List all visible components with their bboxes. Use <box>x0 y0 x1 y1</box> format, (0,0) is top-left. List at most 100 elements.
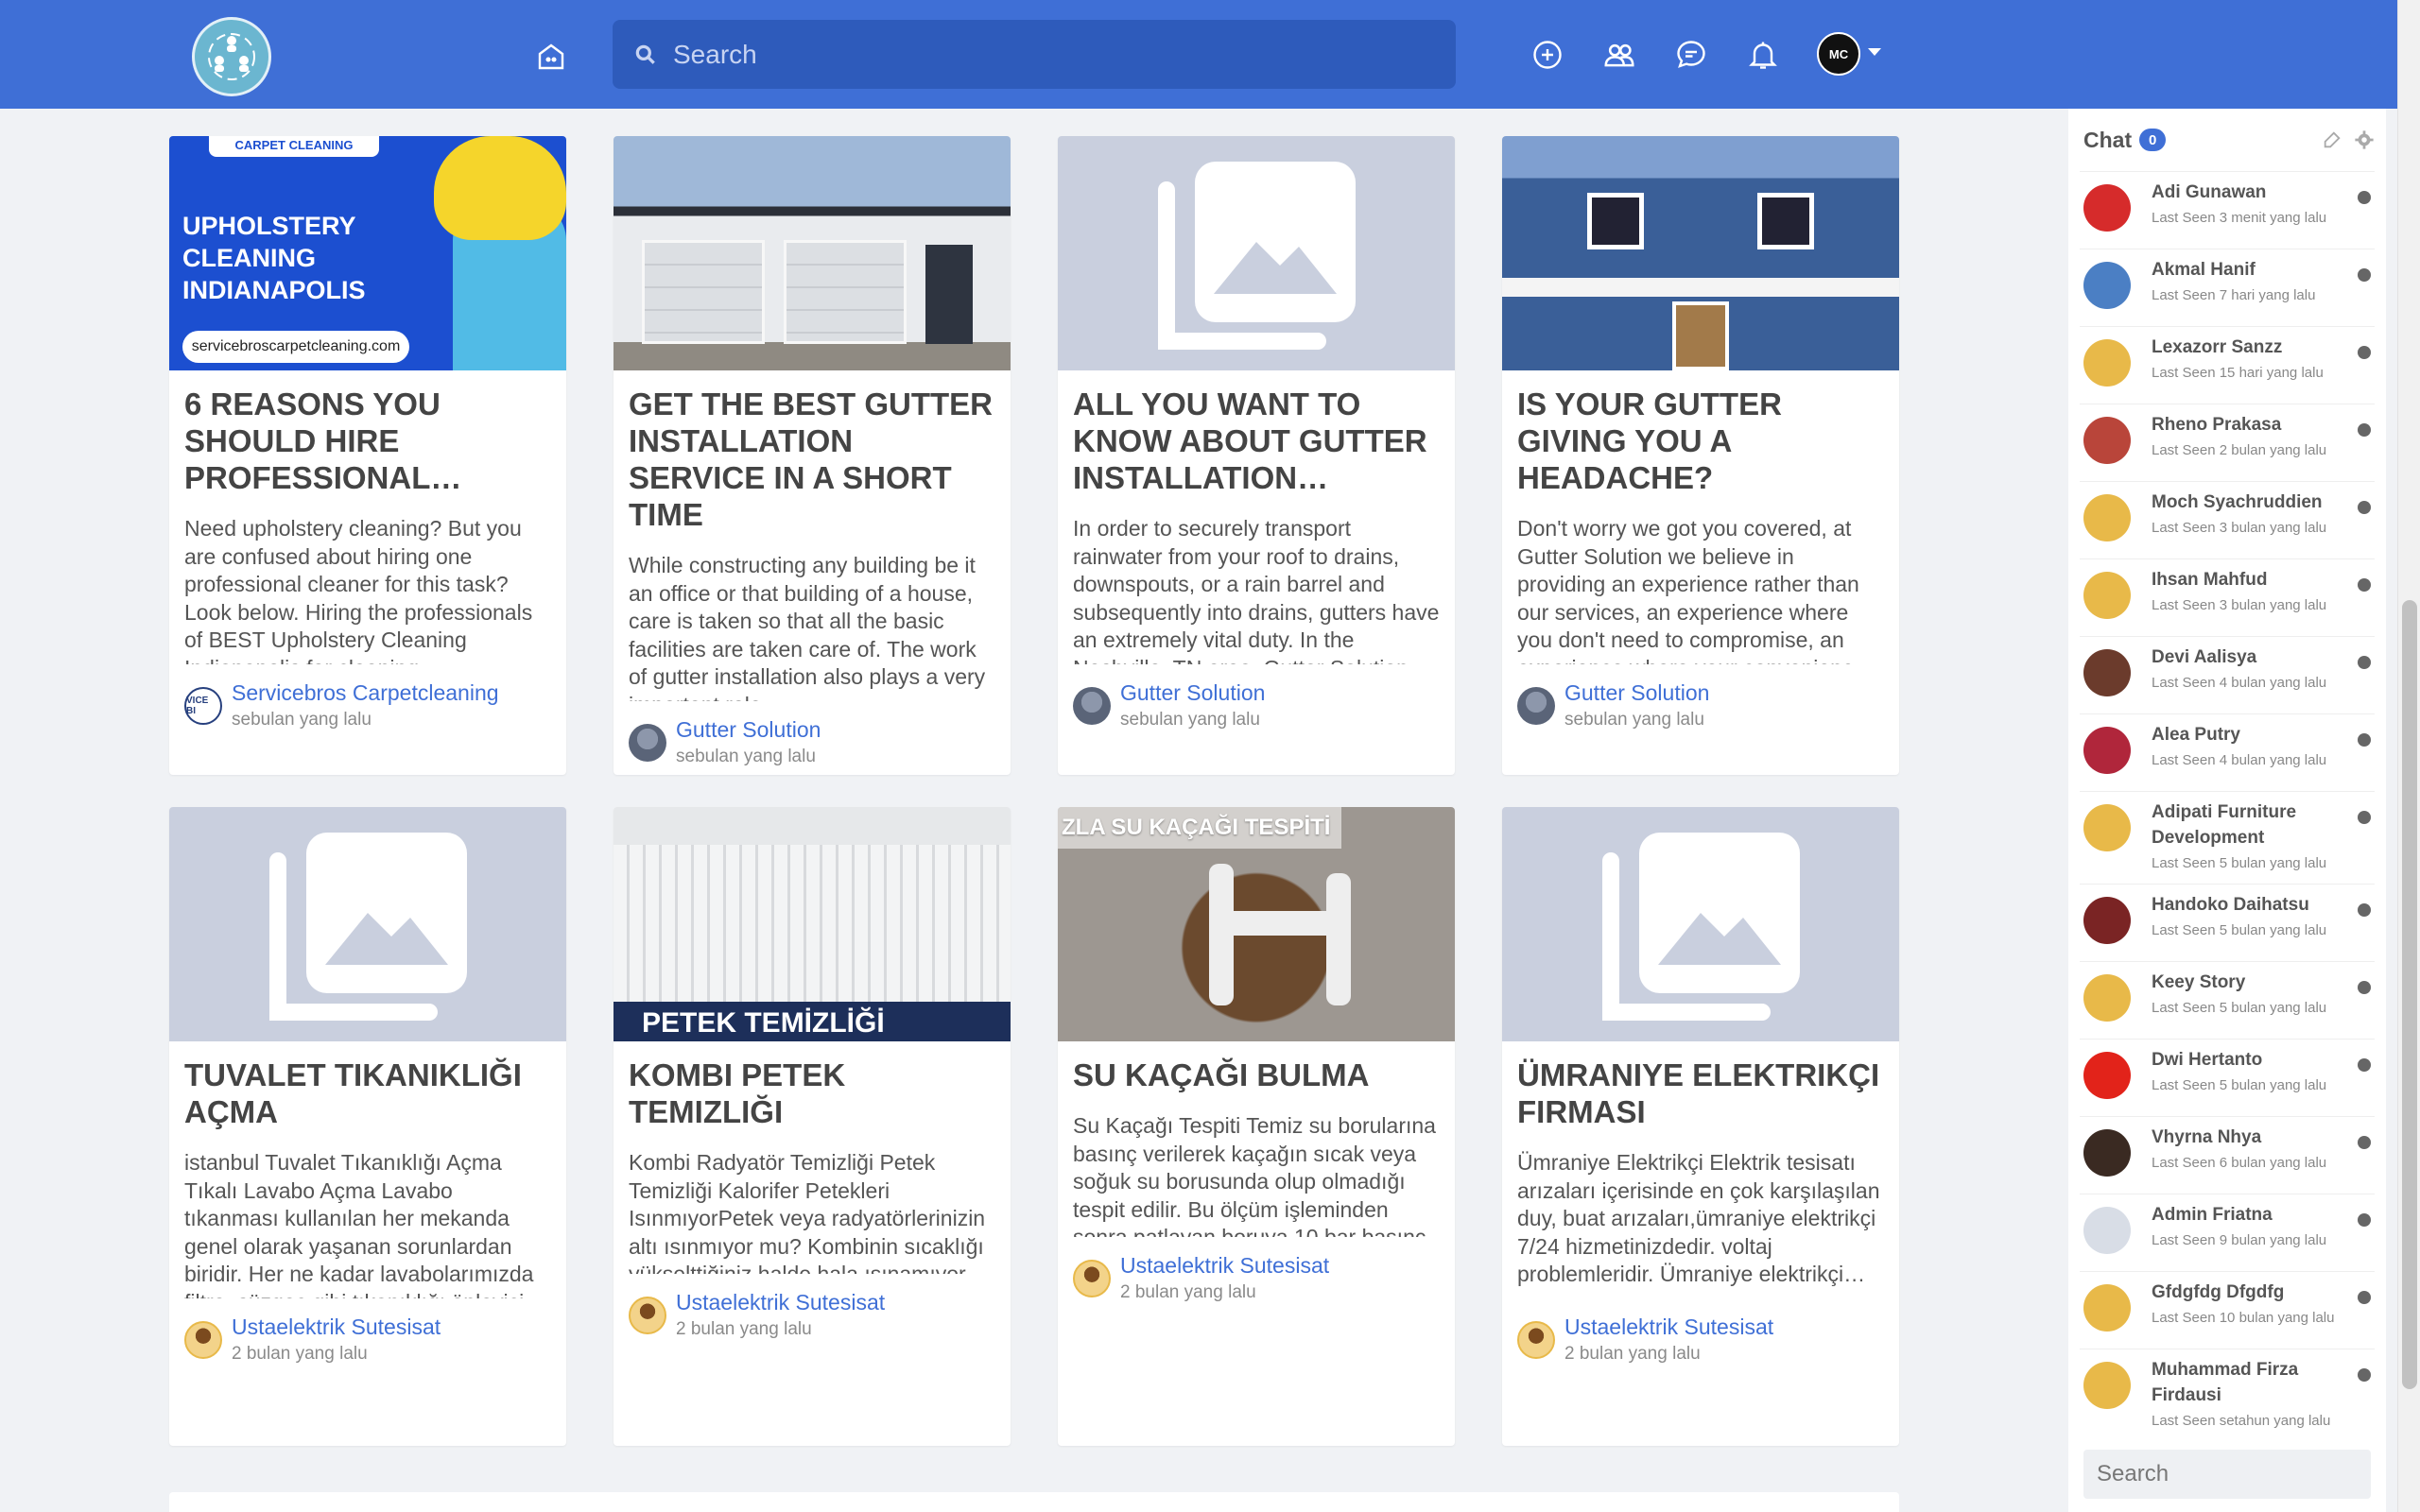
author-avatar[interactable]: VICE BI <box>184 687 222 725</box>
search-input[interactable] <box>673 39 1429 70</box>
post-excerpt: While constructing any building be it an… <box>629 553 986 701</box>
post-title[interactable]: 6 REASONS YOU SHOULD HIRE PROFESSIONAL… <box>169 370 566 496</box>
chat-user-name: Admin Friatna <box>2152 1205 2273 1225</box>
status-dot <box>2358 981 2371 994</box>
author-name[interactable]: Ustaelektrik Sutesisat <box>1120 1252 1329 1280</box>
chat-user-item[interactable]: Muhammad Firza Firdausi Last Seen setahun… <box>2080 1349 2375 1441</box>
post-excerpt: Kombi Radyatör Temizliği Petek Temizliği… <box>629 1150 986 1274</box>
chat-user-item[interactable]: Keey Story Last Seen 5 bulan yang lalu <box>2080 961 2375 1039</box>
chat-user-item[interactable]: Gfdgfdg Dfgdfg Last Seen 10 bulan yang la… <box>2080 1271 2375 1349</box>
home-button[interactable] <box>530 36 572 77</box>
status-dot <box>2358 346 2371 359</box>
chat-user-item[interactable]: Admin Friatna Last Seen 9 bulan yang lalu <box>2080 1194 2375 1271</box>
chat-user-item[interactable]: Akmal Hanif Last Seen 7 hari yang lalu <box>2080 249 2375 326</box>
author-name[interactable]: Ustaelektrik Sutesisat <box>232 1314 441 1341</box>
post-card[interactable]: ALL YOU WANT TO KNOW ABOUT GUTTER INSTAL… <box>1058 136 1455 775</box>
chat-user-item[interactable]: Handoko Daihatsu Last Seen 5 bulan yang l… <box>2080 884 2375 961</box>
post-thumbnail[interactable] <box>169 807 566 1041</box>
thumbnail-url: servicebroscarpetcleaning.com <box>182 331 409 363</box>
image-placeholder-icon <box>1602 833 1800 1021</box>
chat-search-input[interactable] <box>2083 1450 2371 1499</box>
garage-door-left <box>642 240 765 344</box>
chat-user-item[interactable]: Dwi Hertanto Last Seen 5 bulan yang lalu <box>2080 1039 2375 1116</box>
global-search[interactable] <box>613 20 1456 89</box>
post-card[interactable]: IS YOUR GUTTER GIVING YOU A HEADACHE? Do… <box>1502 136 1899 775</box>
author-name[interactable]: Gutter Solution <box>1120 679 1265 707</box>
post-title[interactable]: IS YOUR GUTTER GIVING YOU A HEADACHE? <box>1502 370 1899 496</box>
status-dot <box>2358 578 2371 592</box>
post-card[interactable]: ZLA SU KAÇAĞI TESPİTİ SU KAÇAĞI BULMA Su… <box>1058 807 1455 1446</box>
author-name[interactable]: Gutter Solution <box>676 716 821 744</box>
chat-user-list: Adi Gunawan Last Seen 3 menit yang lalu Ak… <box>2068 171 2386 1441</box>
post-card[interactable]: CARPET CLEANING UPHOLSTERY CLEANING INDI… <box>169 136 566 775</box>
post-thumbnail[interactable] <box>1502 807 1899 1041</box>
notifications-button[interactable] <box>1742 34 1784 76</box>
author-name[interactable]: Servicebros Carpetcleaning <box>232 679 499 707</box>
site-logo[interactable] <box>192 17 271 96</box>
post-time: 2 bulan yang lalu <box>1564 1344 1701 1364</box>
author-name[interactable]: Gutter Solution <box>1564 679 1709 707</box>
friends-button[interactable] <box>1599 34 1640 76</box>
chat-user-name: Muhammad Firza Firdausi <box>2152 1360 2299 1405</box>
page-scrollbar[interactable] <box>2397 0 2420 1512</box>
chat-user-last-seen: Last Seen 6 bulan yang lalu <box>2152 1155 2327 1171</box>
author-avatar[interactable] <box>184 1321 222 1359</box>
chat-user-name: Dwi Hertanto <box>2152 1050 2263 1070</box>
post-thumbnail[interactable]: ZLA SU KAÇAĞI TESPİTİ <box>1058 807 1455 1041</box>
chat-user-last-seen: Last Seen 2 bulan yang lalu <box>2152 442 2327 458</box>
post-thumbnail[interactable] <box>1058 136 1455 370</box>
post-thumbnail[interactable] <box>614 136 1011 370</box>
status-dot <box>2358 1291 2371 1304</box>
chat-user-item[interactable]: Adipati Furniture Development Last Seen 5… <box>2080 791 2375 884</box>
author-avatar[interactable] <box>1073 1260 1111 1297</box>
gear-icon[interactable] <box>2354 129 2375 150</box>
author-avatar[interactable] <box>1073 687 1111 725</box>
author-avatar[interactable] <box>629 1297 666 1334</box>
author-name[interactable]: Ustaelektrik Sutesisat <box>676 1289 885 1316</box>
post-thumbnail[interactable]: CARPET CLEANING UPHOLSTERY CLEANING INDI… <box>169 136 566 370</box>
chat-user-item[interactable]: Lexazorr Sanzz Last Seen 15 hari yang lal… <box>2080 326 2375 404</box>
author-name[interactable]: Ustaelektrik Sutesisat <box>1564 1314 1773 1341</box>
messages-button[interactable] <box>1670 34 1712 76</box>
chat-user-name: Adi Gunawan <box>2152 182 2267 202</box>
post-author: Gutter Solution sebulan yang lalu <box>614 701 1011 775</box>
post-card[interactable]: ÜMRANIYE ELEKTRIKÇI FIRMASI Ümraniye Ele… <box>1502 807 1899 1446</box>
window <box>1757 193 1814 249</box>
post-thumbnail[interactable] <box>1502 136 1899 370</box>
chat-user-avatar <box>2083 1362 2131 1409</box>
post-title[interactable]: GET THE BEST GUTTER INSTALLATION SERVICE… <box>614 370 1011 533</box>
post-time: 2 bulan yang lalu <box>1120 1282 1256 1302</box>
chat-user-item[interactable]: Adi Gunawan Last Seen 3 menit yang lalu <box>2080 171 2375 249</box>
user-avatar[interactable]: MC <box>1817 32 1860 76</box>
status-dot <box>2358 268 2371 282</box>
post-title[interactable]: ALL YOU WANT TO KNOW ABOUT GUTTER INSTAL… <box>1058 370 1455 496</box>
post-title[interactable]: KOMBI PETEK TEMIZLIĞI <box>614 1041 1011 1130</box>
author-avatar[interactable] <box>629 724 666 762</box>
post-card[interactable]: GET THE BEST GUTTER INSTALLATION SERVICE… <box>614 136 1011 775</box>
chat-user-last-seen: Last Seen 7 hari yang lalu <box>2152 287 2316 303</box>
chat-user-item[interactable]: Moch Syachruddien Last Seen 3 bulan yang … <box>2080 481 2375 558</box>
post-time: sebulan yang lalu <box>1564 710 1704 730</box>
chat-user-item[interactable]: Vhyrna Nhya Last Seen 6 bulan yang lalu <box>2080 1116 2375 1194</box>
scrollbar-thumb[interactable] <box>2402 600 2417 1389</box>
edit-icon[interactable] <box>2322 129 2342 150</box>
post-title[interactable]: ÜMRANIYE ELEKTRIKÇI FIRMASI <box>1502 1041 1899 1130</box>
create-post-button[interactable] <box>1527 34 1568 76</box>
chat-user-item[interactable]: Ihsan Mahfud Last Seen 3 bulan yang lalu <box>2080 558 2375 636</box>
chat-user-item[interactable]: Rheno Prakasa Last Seen 2 bulan yang lalu <box>2080 404 2375 481</box>
author-avatar[interactable] <box>1517 1321 1555 1359</box>
post-thumbnail[interactable]: PETEK TEMİZLİĞİ <box>614 807 1011 1041</box>
chevron-down-icon[interactable] <box>1868 48 1881 56</box>
chat-title: Chat <box>2083 127 2133 152</box>
chat-user-item[interactable]: Devi Aalisya Last Seen 4 bulan yang lalu <box>2080 636 2375 713</box>
post-card[interactable]: PETEK TEMİZLİĞİ KOMBI PETEK TEMIZLIĞI Ko… <box>614 807 1011 1446</box>
porch-trim <box>1502 278 1899 297</box>
chat-user-avatar <box>2083 184 2131 232</box>
chat-user-item[interactable]: Alea Putry Last Seen 4 bulan yang lalu <box>2080 713 2375 791</box>
post-title[interactable]: TUVALET TIKANIKLIĞI AÇMA <box>169 1041 566 1130</box>
chat-user-last-seen: Last Seen 15 hari yang lalu <box>2152 365 2324 381</box>
post-card[interactable]: TUVALET TIKANIKLIĞI AÇMA istanbul Tuvale… <box>169 807 566 1446</box>
post-title[interactable]: SU KAÇAĞI BULMA <box>1058 1041 1455 1093</box>
author-avatar[interactable] <box>1517 687 1555 725</box>
chat-user-last-seen: Last Seen 3 menit yang lalu <box>2152 210 2327 226</box>
